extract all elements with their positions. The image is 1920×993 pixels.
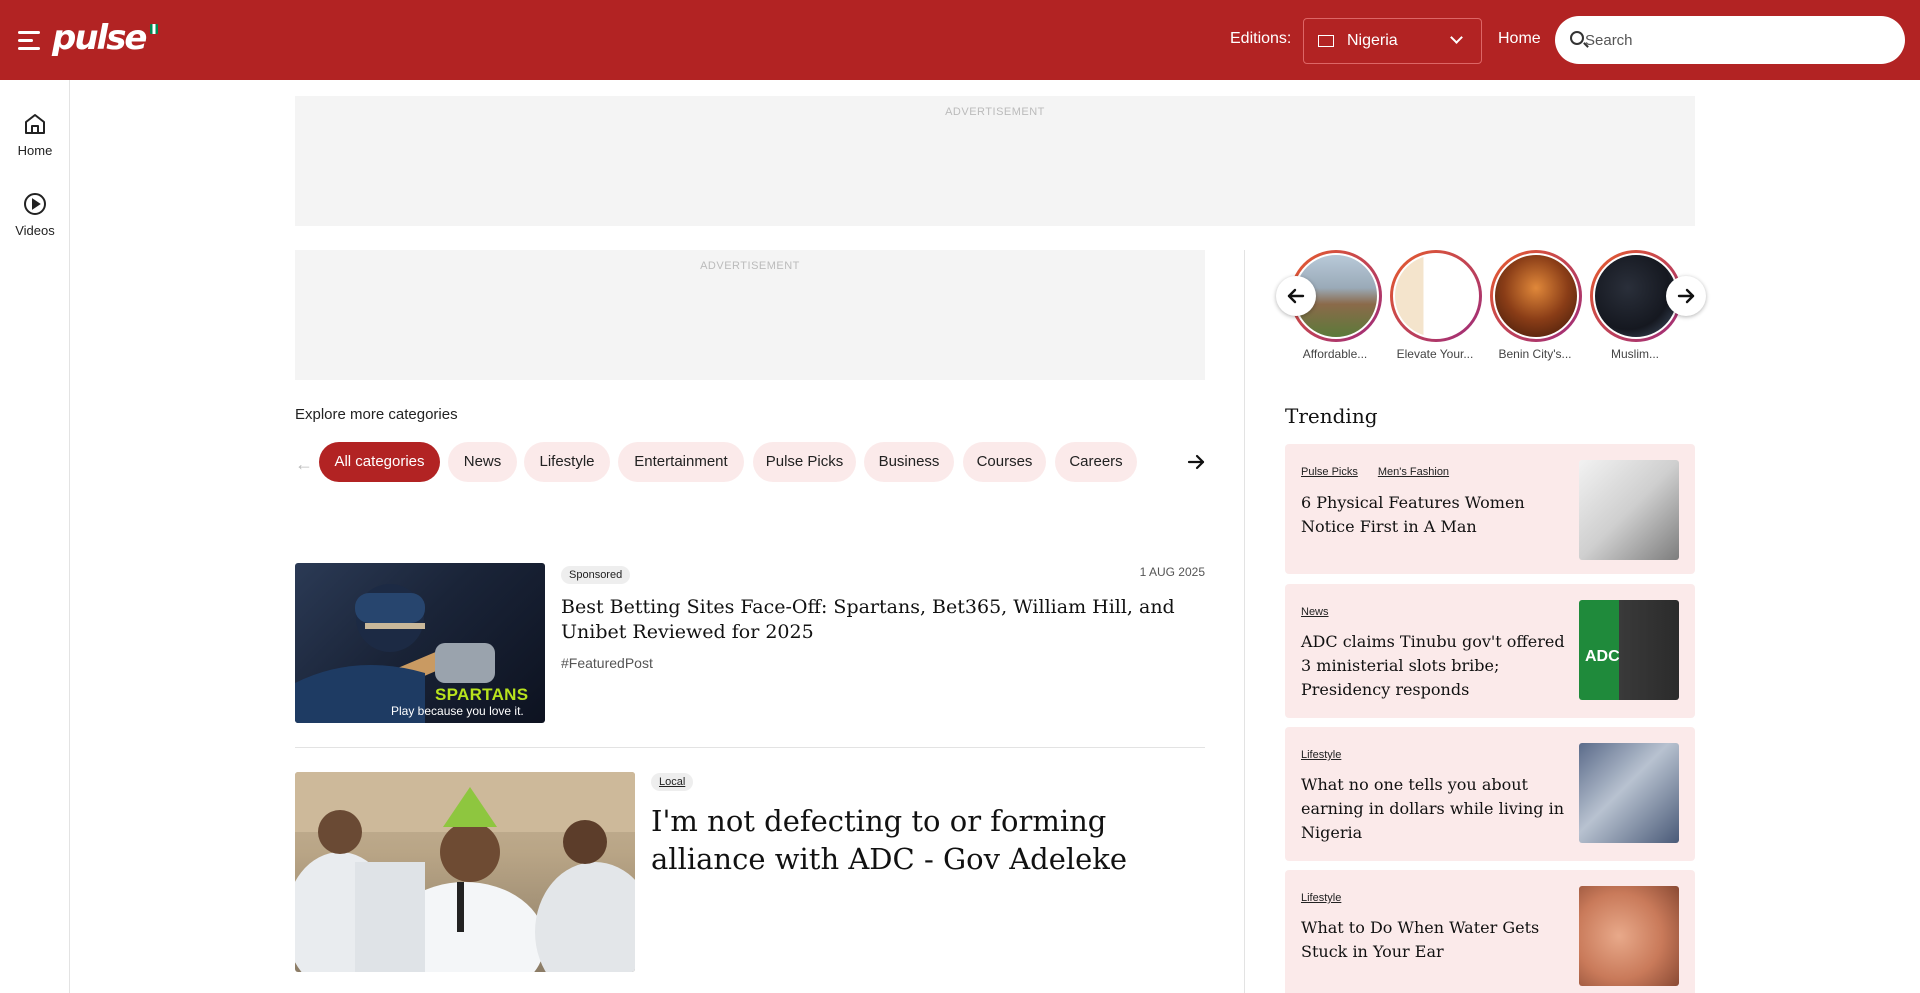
- trending-title[interactable]: 6 Physical Features Women Notice First i…: [1301, 491, 1571, 539]
- stories-prev-button[interactable]: [1276, 276, 1316, 316]
- chip-lifestyle[interactable]: Lifestyle: [524, 442, 610, 482]
- home-link[interactable]: Home: [1498, 30, 1541, 48]
- chip-all-categories[interactable]: All categories: [319, 442, 440, 482]
- trending-tag[interactable]: Lifestyle: [1301, 892, 1341, 904]
- trending-tags: Lifestyle: [1301, 745, 1361, 763]
- trending-tag[interactable]: Lifestyle: [1301, 749, 1341, 761]
- trending-tags: News: [1301, 602, 1349, 620]
- stories-next-button[interactable]: [1666, 276, 1706, 316]
- arrow-right-icon: [1677, 288, 1695, 304]
- spartans-slogan: Play because you love it.: [391, 704, 524, 718]
- search-box[interactable]: [1555, 16, 1905, 64]
- top-navigation-bar: pulse Editions: NG Nigeria Home: [0, 0, 1920, 80]
- adc-logo-text: ADC: [1585, 648, 1620, 665]
- sidenav-home-label: Home: [17, 143, 53, 158]
- trending-card[interactable]: Lifestyle What no one tells you about ea…: [1285, 727, 1695, 861]
- governor-press-image: [295, 772, 635, 972]
- article-hashtag[interactable]: #FeaturedPost: [561, 655, 653, 671]
- sidenav-item-home[interactable]: Home: [0, 112, 70, 158]
- chip-news[interactable]: News: [448, 442, 517, 482]
- trending-title[interactable]: What no one tells you about earning in d…: [1301, 773, 1571, 845]
- top-advertisement[interactable]: ADVERTISEMENT: [295, 96, 1695, 226]
- spartans-brand: SPARTANS: [435, 685, 529, 704]
- arrow-left-icon: [1287, 288, 1305, 304]
- chip-courses[interactable]: Courses: [963, 442, 1046, 482]
- chip-careers[interactable]: Careers: [1055, 442, 1137, 482]
- story-thumbnail: [1493, 253, 1579, 339]
- trending-card[interactable]: News ADC claims Tinubu gov't offered 3 m…: [1285, 584, 1695, 718]
- home-icon: [25, 114, 45, 134]
- nigeria-flag-icon: [149, 24, 158, 34]
- edition-selector[interactable]: NG Nigeria: [1303, 18, 1482, 64]
- ad-label: ADVERTISEMENT: [700, 260, 800, 272]
- article-thumbnail[interactable]: SPARTANS Play because you love it.: [295, 563, 545, 723]
- trending-tag[interactable]: Men's Fashion: [1378, 466, 1449, 478]
- story-caption: Benin City's...: [1498, 347, 1572, 361]
- trending-card[interactable]: Lifestyle What to Do When Water Gets Stu…: [1285, 870, 1695, 993]
- search-icon: [1570, 31, 1584, 45]
- local-tag[interactable]: Local: [651, 773, 694, 791]
- trending-title[interactable]: What to Do When Water Gets Stuck in Your…: [1301, 916, 1571, 964]
- article-card[interactable]: SPARTANS Play because you love it. Spons…: [295, 563, 1205, 748]
- trending-title[interactable]: ADC claims Tinubu gov't offered 3 minist…: [1301, 630, 1571, 702]
- edition-value: Nigeria: [1347, 32, 1398, 49]
- chip-business[interactable]: Business: [864, 442, 954, 482]
- side-navigation: Home Videos: [0, 80, 70, 993]
- article-tag: Local: [651, 772, 694, 791]
- sponsored-tag: Sponsored: [561, 566, 631, 584]
- trending-thumbnail[interactable]: [1579, 886, 1679, 986]
- scroll-left-arrow-icon[interactable]: ←: [295, 454, 313, 475]
- trending-card[interactable]: Pulse Picks Men's Fashion 6 Physical Feat…: [1285, 444, 1695, 574]
- ad-label: ADVERTISEMENT: [945, 106, 1045, 118]
- chevron-down-icon: [1450, 31, 1463, 44]
- trending-thumbnail[interactable]: [1579, 743, 1679, 843]
- article-thumbnail[interactable]: [295, 772, 635, 972]
- article-headline[interactable]: Best Betting Sites Face-Off: Spartans, B…: [561, 595, 1201, 645]
- article-tag: Sponsored: [561, 565, 631, 584]
- trending-thumbnail[interactable]: [1579, 460, 1679, 560]
- stories-carousel: Affordable... Elevate Your... Benin City…: [1276, 250, 1706, 370]
- article-card[interactable]: Local I'm not defecting to or forming al…: [295, 772, 1205, 972]
- trending-tags: Pulse Picks Men's Fashion: [1301, 462, 1469, 480]
- story-caption: Elevate Your...: [1396, 347, 1474, 361]
- story-item[interactable]: Benin City's...: [1490, 250, 1582, 361]
- mid-advertisement[interactable]: ADVERTISEMENT: [295, 250, 1205, 380]
- trending-tags: Lifestyle: [1301, 888, 1361, 906]
- story-caption: Affordable...: [1302, 347, 1368, 361]
- trending-tag[interactable]: Pulse Picks: [1301, 466, 1358, 478]
- pulse-logo[interactable]: pulse: [52, 18, 158, 58]
- chip-entertainment[interactable]: Entertainment: [618, 442, 744, 482]
- story-thumbnail: [1393, 253, 1479, 339]
- scroll-right-arrow-icon[interactable]: [1186, 452, 1206, 472]
- flag-icon: NG: [1318, 35, 1334, 47]
- trending-thumbnail[interactable]: ADC: [1579, 600, 1679, 700]
- hamburger-menu-icon[interactable]: [18, 28, 44, 52]
- article-date: 1 AUG 2025: [1139, 565, 1205, 579]
- story-caption: Muslim...: [1611, 347, 1659, 361]
- editions-label: Editions:: [1230, 30, 1292, 47]
- play-circle-icon: [24, 193, 46, 215]
- trending-tag[interactable]: News: [1301, 606, 1329, 618]
- story-item[interactable]: Elevate Your...: [1390, 250, 1482, 361]
- explore-categories-heading: Explore more categories: [295, 406, 458, 423]
- sidenav-item-videos[interactable]: Videos: [0, 192, 70, 238]
- article-headline[interactable]: I'm not defecting to or forming alliance…: [651, 802, 1201, 878]
- search-input[interactable]: [1585, 24, 1885, 56]
- chip-pulse-picks[interactable]: Pulse Picks: [753, 442, 856, 482]
- article-divider: [295, 747, 1205, 748]
- trending-heading: Trending: [1285, 404, 1378, 428]
- column-divider: [1244, 250, 1245, 993]
- sidenav-videos-label: Videos: [15, 223, 55, 238]
